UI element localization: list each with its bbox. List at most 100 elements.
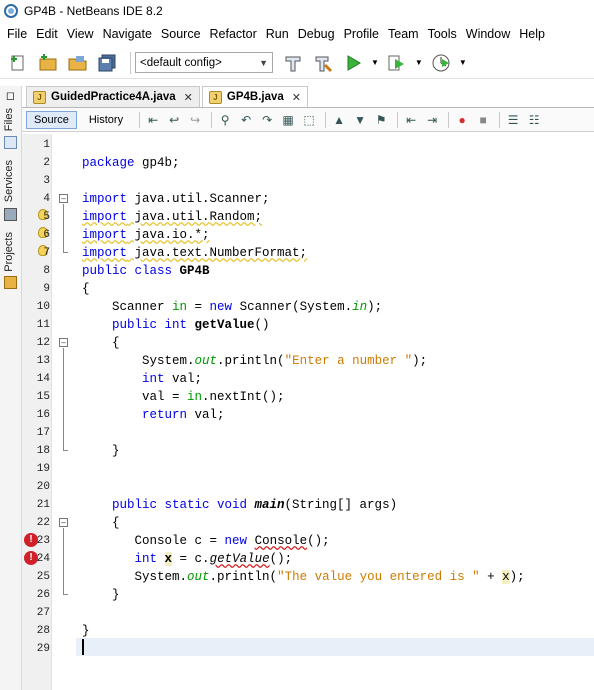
forward-icon[interactable]: ↪ bbox=[186, 111, 204, 129]
code-line-12: { bbox=[82, 336, 120, 350]
run-dropdown-icon[interactable]: ▼ bbox=[371, 58, 379, 67]
menu-navigate[interactable]: Navigate bbox=[100, 27, 155, 41]
restore-window-icon[interactable]: ◻ bbox=[4, 90, 17, 103]
java-file-icon: J bbox=[208, 90, 222, 104]
line-number: 26 bbox=[36, 589, 50, 601]
current-line-highlight bbox=[76, 638, 594, 656]
tab-guidedpractice4a[interactable]: J GuidedPractice4A.java ✕ bbox=[26, 86, 200, 107]
code-line-24: int x = c.getValue(); bbox=[82, 552, 293, 566]
find-next-icon[interactable]: ↷ bbox=[258, 111, 276, 129]
line-number: 10 bbox=[36, 301, 50, 313]
toolbar-separator bbox=[130, 51, 131, 74]
line-number: 18 bbox=[36, 445, 50, 457]
line-number: 27 bbox=[36, 607, 50, 619]
line-number: 16 bbox=[36, 409, 50, 421]
debug-project-icon[interactable] bbox=[385, 51, 409, 75]
build-hammer-icon[interactable] bbox=[281, 51, 305, 75]
start-macro-icon[interactable]: ● bbox=[453, 111, 471, 129]
code-line-7: import java.text.NumberFormat; bbox=[82, 246, 308, 260]
code-editor[interactable]: package gp4b; import java.util.Scanner; … bbox=[76, 134, 594, 690]
run-project-icon[interactable] bbox=[341, 51, 365, 75]
shift-left-icon[interactable]: ⇤ bbox=[402, 111, 420, 129]
code-line-14: int val; bbox=[82, 372, 203, 386]
code-line-2: package gp4b; bbox=[82, 156, 180, 170]
stop-macro-icon[interactable]: ■ bbox=[474, 111, 492, 129]
open-project-icon[interactable] bbox=[66, 51, 90, 75]
code-line-28: } bbox=[82, 624, 90, 638]
line-number: 25 bbox=[36, 571, 50, 583]
line-number: 17 bbox=[36, 427, 50, 439]
prev-bookmark-icon[interactable]: ▲ bbox=[330, 111, 348, 129]
profile-dropdown-icon[interactable]: ▼ bbox=[459, 58, 467, 67]
code-line-23: Console c = new Console(); bbox=[82, 534, 330, 548]
editor-toolbar: Source History ⇤ ↩ ↪ ⚲ ↶ ↷ ▦ ⬚ ▲ ▼ ⚑ ⇤ ⇥… bbox=[22, 108, 594, 132]
title-bar: GP4B - NetBeans IDE 8.2 bbox=[0, 0, 594, 22]
menu-run[interactable]: Run bbox=[263, 27, 292, 41]
menu-edit[interactable]: Edit bbox=[33, 27, 61, 41]
line-number: 29 bbox=[36, 643, 50, 655]
menu-tools[interactable]: Tools bbox=[425, 27, 460, 41]
side-tab-projects[interactable]: Projects bbox=[3, 232, 15, 272]
fold-toggle-icon[interactable]: – bbox=[59, 518, 68, 527]
next-bookmark-icon[interactable]: ▼ bbox=[351, 111, 369, 129]
fold-toggle-icon[interactable]: – bbox=[59, 194, 68, 203]
fold-toggle-icon[interactable]: – bbox=[59, 338, 68, 347]
toggle-bookmark-icon[interactable]: ⚑ bbox=[372, 111, 390, 129]
code-line-6: import java.io.*; bbox=[82, 228, 210, 242]
find-previous-icon[interactable]: ↶ bbox=[237, 111, 255, 129]
shift-right-icon[interactable]: ⇥ bbox=[423, 111, 441, 129]
menu-file[interactable]: File bbox=[4, 27, 30, 41]
debug-dropdown-icon[interactable]: ▼ bbox=[415, 58, 423, 67]
menu-source[interactable]: Source bbox=[158, 27, 204, 41]
menu-profile[interactable]: Profile bbox=[341, 27, 382, 41]
line-number: 24 bbox=[36, 553, 50, 565]
source-tab-button[interactable]: Source bbox=[26, 110, 77, 129]
code-line-16: return val; bbox=[82, 408, 225, 422]
line-number: 3 bbox=[43, 175, 50, 187]
last-edit-icon[interactable]: ⇤ bbox=[144, 111, 162, 129]
line-number: 2 bbox=[43, 157, 50, 169]
rect-selection-icon[interactable]: ⬚ bbox=[300, 111, 318, 129]
toggle-highlight-icon[interactable]: ▦ bbox=[279, 111, 297, 129]
code-line-18: } bbox=[82, 444, 120, 458]
clean-build-icon[interactable] bbox=[311, 51, 335, 75]
code-line-13: System.out.println("Enter a number "); bbox=[82, 354, 428, 368]
menu-team[interactable]: Team bbox=[385, 27, 422, 41]
find-icon[interactable]: ⚲ bbox=[216, 111, 234, 129]
code-line-15: val = in.nextInt(); bbox=[82, 390, 285, 404]
tab-gp4b[interactable]: J GP4B.java ✕ bbox=[201, 86, 308, 107]
line-number: 12 bbox=[36, 337, 50, 349]
window-title: GP4B - NetBeans IDE 8.2 bbox=[24, 4, 163, 18]
menu-refactor[interactable]: Refactor bbox=[207, 27, 260, 41]
line-number: 19 bbox=[36, 463, 50, 475]
comment-icon[interactable]: ☰ bbox=[504, 111, 522, 129]
tab-label: GP4B.java bbox=[226, 91, 284, 103]
back-icon[interactable]: ↩ bbox=[165, 111, 183, 129]
code-line-10: Scanner in = new Scanner(System.in); bbox=[82, 300, 383, 314]
uncomment-icon[interactable]: ☷ bbox=[525, 111, 543, 129]
menu-window[interactable]: Window bbox=[463, 27, 513, 41]
code-line-26: } bbox=[82, 588, 120, 602]
menu-view[interactable]: View bbox=[64, 27, 97, 41]
left-side-panel: ◻ Files Services Projects bbox=[0, 86, 22, 690]
side-tab-files[interactable]: Files bbox=[3, 108, 15, 131]
new-project-icon[interactable] bbox=[36, 51, 60, 75]
line-number: 21 bbox=[36, 499, 50, 511]
code-line-9: { bbox=[82, 282, 90, 296]
profile-project-icon[interactable] bbox=[429, 51, 453, 75]
new-file-icon[interactable] bbox=[6, 51, 30, 75]
menu-debug[interactable]: Debug bbox=[295, 27, 338, 41]
save-all-icon[interactable] bbox=[96, 51, 120, 75]
close-icon[interactable]: ✕ bbox=[292, 91, 301, 104]
line-number-gutter: 1 2 3 4 5 6 7 8 9 10 11 12 13 14 15 16 1… bbox=[22, 134, 52, 690]
side-tab-services[interactable]: Services bbox=[3, 160, 15, 202]
config-select-value: <default config> bbox=[140, 56, 222, 69]
line-number: 22 bbox=[36, 517, 50, 529]
projects-icon bbox=[4, 276, 17, 289]
history-tab-button[interactable]: History bbox=[81, 111, 131, 129]
config-select[interactable]: <default config> ▼ bbox=[135, 52, 273, 73]
close-icon[interactable]: ✕ bbox=[184, 91, 193, 104]
line-number: 5 bbox=[43, 211, 50, 223]
menu-help[interactable]: Help bbox=[516, 27, 548, 41]
line-number: 28 bbox=[36, 625, 50, 637]
